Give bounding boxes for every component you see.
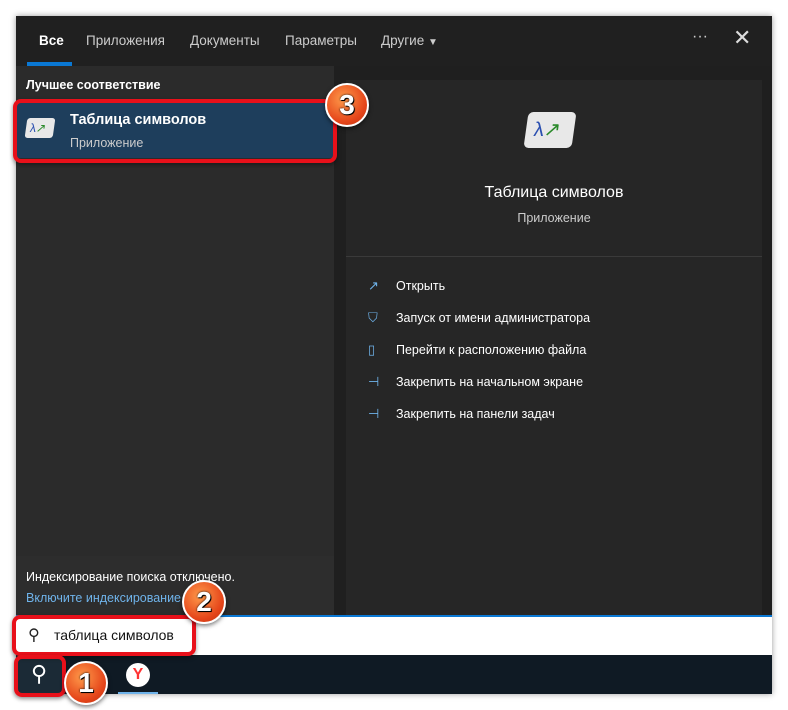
taskbar: ⚲ Y	[16, 655, 772, 694]
admin-shield-icon: ⛉	[368, 310, 378, 325]
enable-indexing-link[interactable]: Включите индексирование	[26, 591, 181, 605]
action-label: Открыть	[396, 279, 446, 293]
ellipsis-icon[interactable]: ···	[692, 28, 708, 46]
step-badge-2: 2	[182, 580, 226, 624]
action-label: Перейти к расположению файла	[396, 343, 587, 357]
tab-other-label: Другие	[381, 33, 425, 48]
action-label: Закрепить на панели задач	[396, 407, 555, 421]
action-open-file-location[interactable]: ▯ Перейти к расположению файла	[368, 342, 586, 358]
action-pin-start[interactable]: ⊣ Закрепить на начальном экране	[368, 374, 583, 390]
highlight-taskbar-search	[14, 655, 66, 697]
tab-documents[interactable]: Документы	[190, 33, 260, 48]
pin-icon: ⊣	[368, 406, 380, 421]
pin-icon: ⊣	[368, 374, 380, 389]
tab-settings[interactable]: Параметры	[285, 33, 357, 48]
action-pin-taskbar[interactable]: ⊣ Закрепить на панели задач	[368, 406, 555, 422]
active-app-indicator	[118, 692, 158, 694]
open-icon: ↗	[368, 278, 379, 293]
action-label: Запуск от имени администратора	[396, 311, 591, 325]
action-open[interactable]: ↗ Открыть	[368, 278, 445, 294]
tab-apps[interactable]: Приложения	[86, 33, 165, 48]
tab-other[interactable]: Другие ▼	[381, 33, 438, 48]
step-badge-1: 1	[64, 661, 108, 705]
details-pane: λ↗ Таблица символов Приложение ↗ Открыть …	[346, 80, 762, 615]
character-map-large-icon: λ↗	[523, 112, 577, 148]
app-title: Таблица символов	[484, 184, 624, 201]
filter-tabs: Все Приложения Документы Параметры Други…	[16, 16, 772, 66]
close-icon[interactable]: ✕	[733, 25, 751, 51]
section-heading: Лучшее соответствие	[26, 78, 161, 92]
yandex-browser-icon[interactable]: Y	[126, 663, 150, 687]
divider	[346, 256, 762, 257]
step-badge-3: 3	[325, 83, 369, 127]
chevron-down-icon: ▼	[428, 37, 438, 48]
action-label: Закрепить на начальном экране	[396, 375, 584, 389]
highlight-result	[13, 99, 337, 163]
tab-all[interactable]: Все	[39, 33, 64, 48]
folder-icon: ▯	[368, 342, 376, 357]
action-run-as-admin[interactable]: ⛉ Запуск от имени администратора	[368, 310, 590, 326]
highlight-search	[12, 615, 196, 656]
app-subtitle: Приложение	[517, 211, 591, 225]
